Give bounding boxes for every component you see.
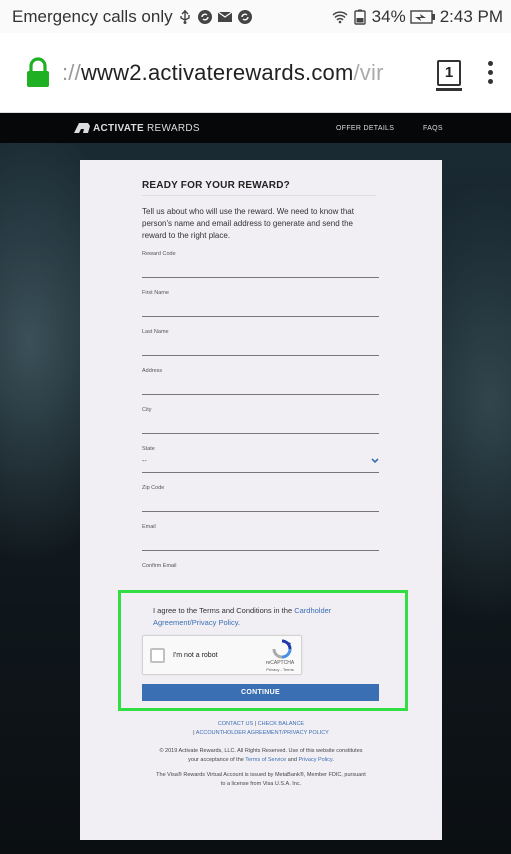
mail-icon: [217, 10, 233, 22]
footer-visa-disclaimer: The Visa® Rewards Virtual Account is iss…: [156, 772, 366, 787]
footer-copyright: © 2019 Activate Rewards, LLC. All Rights…: [159, 748, 363, 763]
battery-icon: [353, 9, 366, 25]
tab-count: 1: [444, 64, 454, 81]
agree-checkbox[interactable]: [143, 607, 149, 613]
email-field: Email: [142, 524, 379, 551]
site-logo[interactable]: ACTIVATE REWARDS: [74, 123, 200, 134]
menu-icon[interactable]: [484, 57, 497, 88]
city-field: City: [142, 407, 379, 434]
city-input[interactable]: [142, 420, 379, 432]
url-path: /vir: [353, 59, 384, 85]
nav-faqs[interactable]: FAQS: [423, 113, 443, 143]
chevron-down-icon[interactable]: [371, 458, 379, 464]
url-host: www2.activaterewards.com: [80, 59, 354, 85]
recaptcha-brand: reCAPTCHA: [265, 660, 295, 666]
status-bar: Emergency calls only 34% 2:43 PM: [0, 0, 511, 33]
state-label: State: [142, 446, 155, 452]
first-name-label: First Name: [142, 290, 169, 296]
last-name-field: Last Name: [142, 329, 379, 356]
form-title: READY FOR YOUR REWARD?: [142, 180, 290, 191]
recaptcha-widget: I'm not a robot reCAPTCHA Privacy - Term…: [142, 635, 302, 675]
network-status: Emergency calls only: [12, 6, 173, 26]
agree-text: I agree to the Terms and Conditions in t…: [153, 605, 383, 629]
sync-icon: [237, 9, 252, 24]
tab-switcher-icon[interactable]: 1: [436, 59, 462, 91]
zip-code-input[interactable]: [142, 498, 379, 510]
first-name-input[interactable]: [142, 303, 379, 315]
check-balance-link[interactable]: CHECK BALANCE: [258, 721, 304, 727]
clock: 2:43 PM: [439, 6, 503, 26]
recaptcha-label: I'm not a robot: [173, 652, 218, 659]
confirm-email-field: Confirm Email: [142, 563, 379, 588]
address-bar[interactable]: ://www2.activaterewards.com/vir: [62, 60, 407, 86]
logo-text-bold: ACTIVATE: [93, 122, 144, 134]
agree-period: .: [237, 618, 240, 627]
email-input[interactable]: [142, 537, 379, 549]
title-divider: [142, 195, 376, 196]
first-name-field: First Name: [142, 290, 379, 317]
charging-battery-icon: [409, 9, 435, 24]
url-scheme: ://: [62, 59, 81, 85]
footer-links-row1: CONTACT US | CHECK BALANCE: [217, 721, 305, 727]
last-name-input[interactable]: [142, 342, 379, 354]
recaptcha-terms-link[interactable]: Privacy - Terms: [260, 667, 300, 672]
state-select-value[interactable]: --: [142, 458, 147, 465]
nav-offer-details[interactable]: OFFER DETAILS: [336, 113, 394, 143]
reward-code-input[interactable]: [142, 264, 379, 276]
last-name-label: Last Name: [142, 329, 169, 335]
reward-form-card: READY FOR YOUR REWARD? Tell us about who…: [80, 160, 442, 840]
logo-icon: [74, 123, 90, 133]
footer-links-row2: | ACCOUNTHOLDER AGREEMENT/PRIVACY POLICY: [193, 730, 329, 736]
zip-code-label: Zip Code: [142, 485, 165, 491]
privacy-policy-link[interactable]: Privacy Policy: [298, 757, 332, 763]
city-label: City: [142, 407, 152, 413]
usb-icon: [179, 9, 190, 24]
terms-of-service-link[interactable]: Terms of Service: [245, 757, 286, 763]
address-field: Address: [142, 368, 379, 395]
reward-code-field: Reward Code: [142, 251, 379, 278]
state-field[interactable]: State --: [142, 446, 379, 473]
agree-label: I agree to the Terms and Conditions in t…: [153, 606, 295, 615]
contact-us-link[interactable]: CONTACT US: [218, 721, 253, 727]
wifi-icon: [332, 10, 348, 23]
recaptcha-icon: [272, 639, 292, 659]
accountholder-agreement-link[interactable]: ACCOUNTHOLDER AGREEMENT/PRIVACY POLICY: [196, 730, 329, 736]
browser-toolbar: ://www2.activaterewards.com/vir 1: [0, 33, 511, 113]
sync-icon: [197, 9, 212, 24]
address-label: Address: [142, 368, 163, 374]
reward-code-label: Reward Code: [142, 251, 176, 257]
confirm-email-label: Confirm Email: [142, 563, 177, 569]
zip-code-field: Zip Code: [142, 485, 379, 512]
form-intro: Tell us about who will use the reward. W…: [142, 207, 354, 240]
continue-button[interactable]: CONTINUE: [142, 684, 379, 701]
site-header: ACTIVATE REWARDS OFFER DETAILS FAQS: [0, 113, 511, 143]
lock-icon[interactable]: [24, 56, 52, 89]
logo-text: REWARDS: [143, 122, 200, 134]
email-label: Email: [142, 524, 156, 530]
battery-percent: 34%: [371, 6, 406, 26]
address-input[interactable]: [142, 381, 379, 393]
confirm-email-input[interactable]: [142, 576, 379, 588]
recaptcha-checkbox[interactable]: [150, 648, 165, 663]
